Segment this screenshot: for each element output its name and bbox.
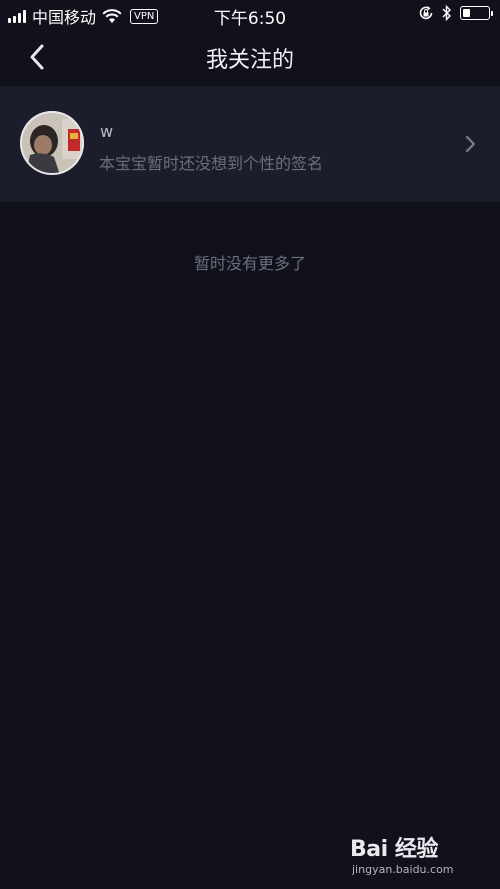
- watermark: Bai 经验 jingyan.baidu.com: [350, 831, 490, 883]
- watermark-url: jingyan.baidu.com: [352, 863, 454, 876]
- status-right: [418, 5, 493, 21]
- status-bar: 中国移动 VPN 下午6:50: [0, 0, 500, 29]
- no-more-text: 暂时没有更多了: [193, 254, 306, 273]
- avatar[interactable]: [20, 111, 84, 175]
- rotation-lock-icon: [419, 6, 433, 20]
- page-title: 我关注的: [205, 48, 294, 73]
- user-signature: 本宝宝暂时还没想到个性的签名: [99, 154, 324, 173]
- user-name: w: [100, 122, 114, 141]
- battery-fill: [463, 9, 470, 17]
- nav-bar: 我关注的: [0, 28, 500, 84]
- chevron-right-icon: [465, 135, 476, 153]
- bluetooth-icon: [442, 5, 451, 21]
- watermark-logo: Bai 经验: [350, 837, 438, 862]
- battery-icon: [460, 6, 493, 20]
- list-item[interactable]: w 本宝宝暂时还没想到个性的签名: [0, 86, 500, 202]
